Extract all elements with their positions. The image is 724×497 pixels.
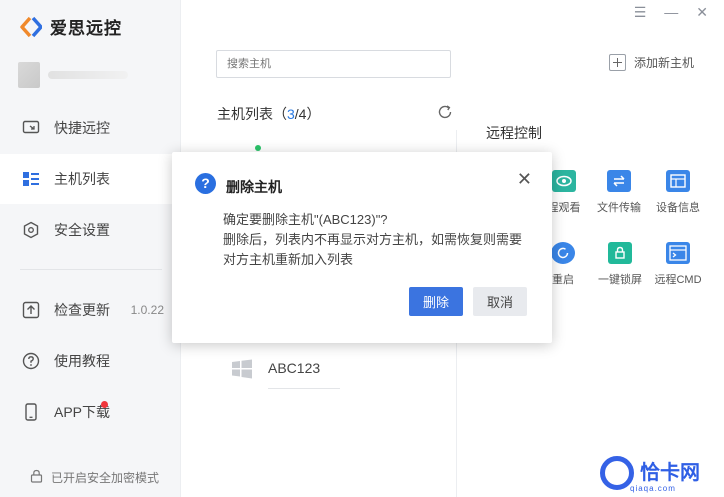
- sidebar-item-check-update[interactable]: 检查更新 1.0.22: [0, 285, 180, 335]
- sidebar-item-security[interactable]: 安全设置: [0, 205, 180, 255]
- delete-button[interactable]: 删除: [409, 287, 463, 316]
- watermark-text: 恰卡网: [640, 462, 700, 484]
- phone-icon: [22, 403, 40, 421]
- shield-icon: [22, 221, 40, 239]
- tool-label: 文件传输: [597, 202, 641, 214]
- add-host-label: 添加新主机: [634, 56, 695, 70]
- online-status-dot: [255, 145, 261, 151]
- dialog-message-line: 对方主机重新加入列表: [223, 252, 354, 267]
- app-title: 爱思远控: [50, 19, 122, 38]
- remote-screen-icon: [22, 119, 40, 137]
- secure-mode-label: 已开启安全加密模式: [51, 471, 160, 485]
- sidebar-divider: [20, 269, 162, 270]
- tool-label: 程观看: [547, 202, 581, 214]
- host-item-divider: [268, 388, 340, 389]
- sidebar-item-tutorial[interactable]: 使用教程: [0, 336, 180, 386]
- secure-mode-status: 已开启安全加密模式: [30, 469, 159, 486]
- dialog-message: 确定要删除主机"(ABC123)"? 删除后，列表内不再显示对方主机，如需恢复则…: [223, 210, 522, 270]
- host-name: ABC123: [268, 360, 321, 376]
- tool-label: 重启: [552, 274, 574, 286]
- help-icon: [22, 352, 40, 370]
- sidebar-item-label: 检查更新: [54, 302, 110, 318]
- eye-icon: [552, 170, 576, 192]
- host-item[interactable]: ABC123: [231, 358, 320, 383]
- device-info-icon: [666, 170, 690, 192]
- tool-device-info[interactable]: 设备信息: [643, 170, 713, 215]
- tool-label: 设备信息: [656, 202, 700, 214]
- host-online-count: 3: [287, 106, 295, 122]
- avatar: [18, 62, 40, 88]
- search-input[interactable]: [216, 50, 451, 78]
- dialog-message-line: 删除后，列表内不再显示对方主机，如需恢复则需要: [223, 232, 523, 247]
- add-host-button[interactable]: 添加新主机: [609, 54, 694, 71]
- sidebar-item-app-download[interactable]: APP下载: [0, 387, 180, 437]
- user-profile[interactable]: [18, 62, 128, 88]
- lock-icon: [30, 469, 43, 486]
- watermark-logo-icon: [600, 456, 634, 490]
- lock-screen-icon: [608, 242, 632, 264]
- cancel-button[interactable]: 取消: [473, 287, 527, 316]
- minimize-icon[interactable]: —: [664, 4, 678, 21]
- app-logo: 爱思远控: [20, 14, 122, 39]
- close-icon[interactable]: ✕: [696, 4, 708, 21]
- watermark-url: qiaqa.com: [630, 484, 676, 493]
- tool-remote-cmd[interactable]: 远程CMD: [643, 242, 713, 287]
- host-list-icon: [22, 170, 40, 188]
- windows-icon: [231, 358, 253, 383]
- sidebar: 爱思远控 快捷远控 主机列表 安全设置 检查更新 1.0.22 使用教程 APP…: [0, 0, 181, 497]
- logo-icon: [20, 16, 43, 38]
- cmd-icon: [666, 242, 690, 264]
- update-icon: [22, 301, 40, 319]
- menu-icon[interactable]: ☰: [634, 4, 647, 21]
- delete-host-dialog: ? 删除主机 ✕ 确定要删除主机"(ABC123)"? 删除后，列表内不再显示对…: [172, 152, 552, 343]
- sidebar-item-quick-remote[interactable]: 快捷远控: [0, 103, 180, 153]
- file-transfer-icon: [607, 170, 631, 192]
- plus-icon: [609, 54, 626, 71]
- sidebar-item-host-list[interactable]: 主机列表: [0, 154, 180, 204]
- version-label: 1.0.22: [130, 303, 164, 317]
- sidebar-item-label: 安全设置: [54, 222, 110, 238]
- sidebar-item-label: 主机列表: [54, 171, 110, 187]
- question-icon: ?: [195, 173, 216, 194]
- dialog-title: 删除主机: [226, 179, 282, 195]
- window-controls: ☰ — ✕: [634, 4, 708, 21]
- tool-label: 一键锁屏: [598, 274, 642, 286]
- remote-control-title: 远程控制: [486, 125, 542, 141]
- close-icon[interactable]: ✕: [517, 170, 532, 188]
- sidebar-item-label: 快捷远控: [54, 120, 110, 136]
- host-list-title: 主机列表（3/4）: [217, 106, 321, 122]
- notification-dot: [101, 401, 108, 408]
- refresh-icon[interactable]: [437, 104, 453, 120]
- sidebar-item-label: 使用教程: [54, 353, 110, 369]
- dialog-message-line: 确定要删除主机"(ABC123)"?: [223, 212, 388, 227]
- tool-label: 远程CMD: [654, 274, 702, 286]
- user-name-blurred: [48, 71, 128, 79]
- restart-icon: [551, 242, 575, 264]
